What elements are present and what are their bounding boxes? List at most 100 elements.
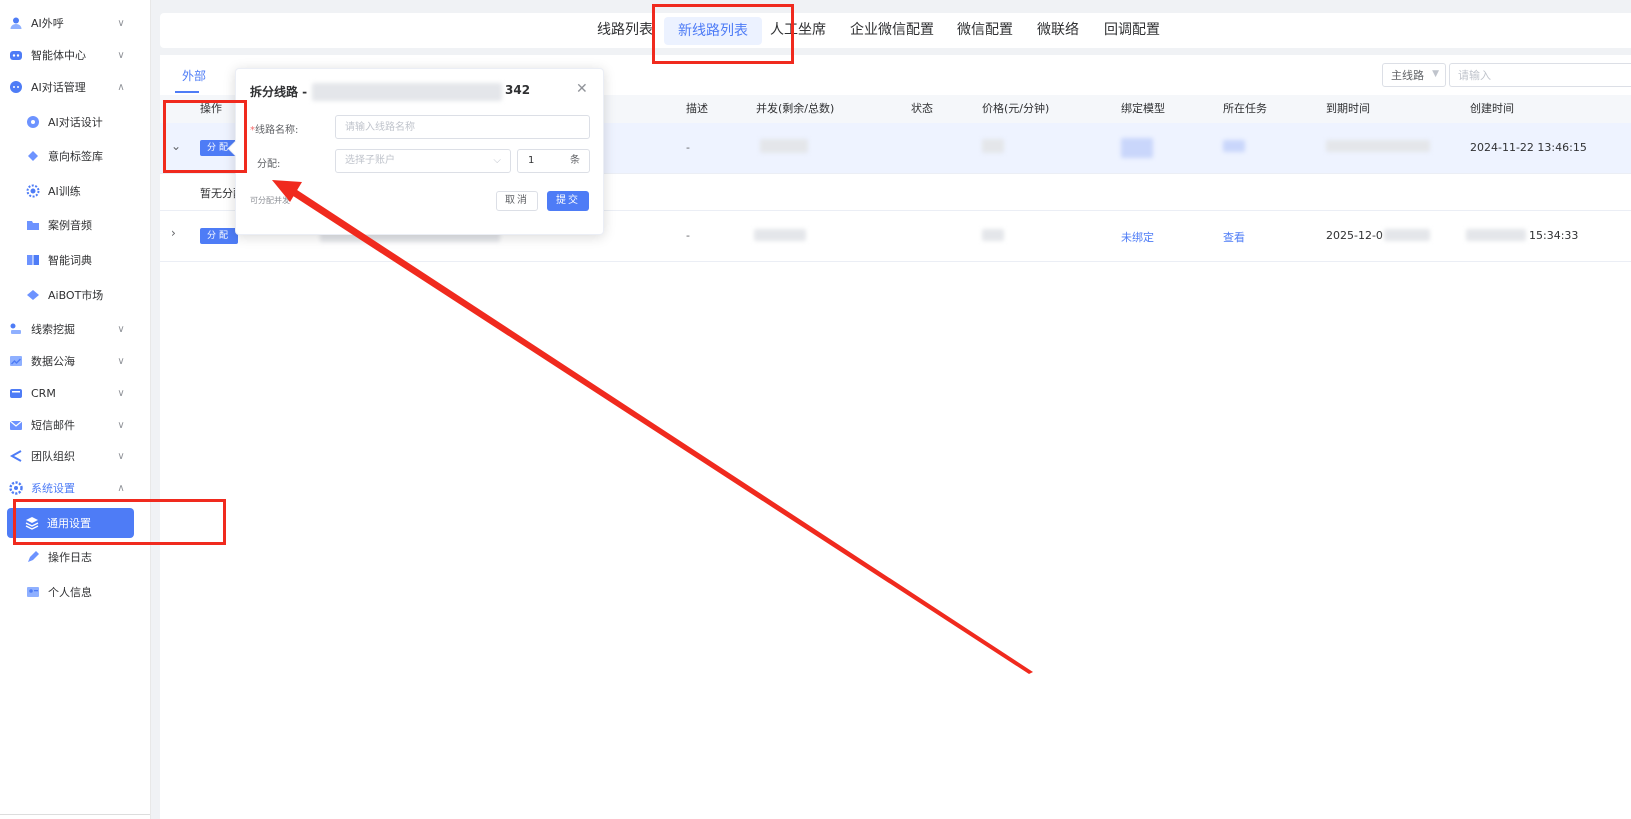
chevron-right-icon[interactable]: › [171, 226, 176, 240]
th-concurrency: 并发(剩余/总数) [756, 102, 835, 115]
sidebar-divider [0, 814, 150, 819]
profile-icon [26, 585, 40, 599]
folder-icon [26, 218, 40, 232]
nav-system-settings[interactable]: 系统设置 ∧ [0, 473, 150, 503]
nav-ai-outbound[interactable]: AI外呼 ∨ [0, 8, 150, 38]
nav-ai-dialog-design[interactable]: AI对话设计 [0, 107, 150, 137]
assign-label: 分配: [257, 159, 281, 170]
layers-icon [25, 516, 39, 530]
caret-down-icon: ▼ [1432, 69, 1439, 79]
nav-clue-mining[interactable]: 线索挖掘 ∨ [0, 314, 150, 344]
blurred-price [982, 139, 1004, 153]
nav-personal-info[interactable]: 个人信息 [0, 577, 150, 607]
chevron-down-icon[interactable]: ⌄ [171, 139, 181, 153]
popover-title: 拆分线路 - [250, 85, 308, 99]
split-line-popover: 拆分线路 - 342 ✕ *线路名称: 分配: 选择子账户 ⌵ 1 条 可分配并… [227, 68, 604, 235]
chart-icon [9, 354, 23, 368]
nav-operation-log[interactable]: 操作日志 [0, 542, 150, 572]
chevron-down-icon: ∨ [117, 450, 125, 462]
tab-wechat-config[interactable]: 微信配置 [957, 13, 1013, 48]
row-description: - [686, 141, 690, 154]
blurred-price [982, 229, 1004, 241]
nav-ai-dialog-manage[interactable]: AI对话管理 ∧ [0, 72, 150, 102]
tab-external[interactable]: 外部 [182, 67, 206, 84]
chevron-down-icon: ∨ [117, 17, 125, 29]
chevron-up-icon: ∧ [117, 81, 125, 93]
chevron-down-icon: ⌵ [493, 155, 501, 166]
line-type-value: 主线路 [1391, 69, 1424, 82]
submit-button[interactable]: 提交 [547, 191, 589, 211]
tab-line-list[interactable]: 线路列表 [597, 13, 653, 48]
blurred-create-date [1466, 229, 1526, 241]
mail-icon [9, 418, 23, 432]
line-type-select[interactable]: 主线路 ▼ [1382, 63, 1446, 87]
concurrency-hint: 可分配并发 [250, 196, 290, 205]
tab-micro-contact[interactable]: 微联络 [1037, 13, 1079, 48]
unbound-model-link[interactable]: 未绑定 [1121, 229, 1154, 245]
line-count-input[interactable]: 1 条 [517, 149, 590, 173]
tag-icon [26, 149, 40, 163]
nav-aibot-market[interactable]: AiBOT市场 [0, 280, 150, 310]
close-icon[interactable]: ✕ [576, 81, 588, 97]
crm-icon [9, 386, 23, 400]
blurred-line-id [312, 83, 502, 101]
view-task-link[interactable]: 查看 [1223, 229, 1245, 245]
blurred-bind-model [1121, 138, 1153, 158]
th-description: 描述 [686, 102, 708, 115]
share-icon [9, 449, 23, 463]
chevron-down-icon: ∨ [117, 49, 125, 61]
clue-icon [9, 322, 23, 336]
th-bind-model: 绑定模型 [1121, 102, 1165, 115]
pen-icon [26, 550, 40, 564]
nav-team-org[interactable]: 团队组织 ∨ [0, 441, 150, 471]
line-name-label: *线路名称: [250, 125, 299, 136]
tab-wecom-config[interactable]: 企业微信配置 [850, 13, 934, 48]
chevron-down-icon: ∨ [117, 387, 125, 399]
assign-button[interactable]: 分配 [200, 228, 238, 244]
nav-smart-dictionary[interactable]: 智能词典 [0, 245, 150, 275]
cancel-button[interactable]: 取消 [496, 191, 538, 211]
book-icon [26, 253, 40, 267]
tab-new-line-list[interactable]: 新线路列表 [664, 17, 762, 45]
diamond-icon [26, 288, 40, 302]
tab-callback-config[interactable]: 回调配置 [1104, 13, 1160, 48]
top-tab-bar: 线路列表 新线路列表 人工坐席 企业微信配置 微信配置 微联络 回调配置 [160, 13, 1631, 48]
sub-account-placeholder: 选择子账户 [345, 155, 395, 166]
th-price: 价格(元/分钟) [982, 102, 1050, 115]
nav-case-audio[interactable]: 案例音频 [0, 210, 150, 240]
sidebar: AI外呼 ∨ 智能体中心 ∨ AI对话管理 ∧ AI对话设计 意向标签库 AI训… [0, 0, 151, 819]
nav-agent-center[interactable]: 智能体中心 ∨ [0, 40, 150, 70]
chat-icon [9, 80, 23, 94]
sub-account-select[interactable]: 选择子账户 ⌵ [335, 149, 511, 173]
chevron-down-icon: ∨ [117, 323, 125, 335]
nav-general-settings[interactable]: 通用设置 [7, 508, 134, 538]
settings-icon [9, 481, 23, 495]
chat-design-icon [26, 115, 40, 129]
blurred-expire-time [1326, 140, 1430, 152]
th-task: 所在任务 [1223, 102, 1267, 115]
line-name-input[interactable] [335, 115, 590, 139]
nav-sms-mail[interactable]: 短信邮件 ∨ [0, 410, 150, 440]
th-operation: 操作 [200, 102, 222, 115]
row-create-time: 2024-11-22 13:46:15 [1470, 141, 1587, 154]
blurred-expire-time [1384, 229, 1430, 241]
gear-chip-icon [26, 184, 40, 198]
chevron-down-icon: ∨ [117, 419, 125, 431]
nav-crm[interactable]: CRM ∨ [0, 378, 150, 408]
nav-data-sea[interactable]: 数据公海 ∨ [0, 346, 150, 376]
chevron-up-icon: ∧ [117, 482, 125, 494]
th-create-time: 创建时间 [1470, 102, 1514, 115]
blurred-concurrency [754, 229, 806, 241]
nav-ai-training[interactable]: AI训练 [0, 176, 150, 206]
tab-active-indicator [175, 91, 199, 93]
th-expire-time: 到期时间 [1326, 102, 1370, 115]
line-count-value: 1 [528, 155, 535, 166]
line-count-unit: 条 [570, 155, 580, 166]
nav-intent-tags[interactable]: 意向标签库 [0, 141, 150, 171]
row-create-time: 15:34:33 [1529, 229, 1579, 242]
robot-icon [9, 48, 23, 62]
popover-title-suffix: 342 [505, 83, 531, 97]
search-input[interactable] [1449, 63, 1631, 87]
th-status: 状态 [911, 102, 933, 115]
tab-manual-seat[interactable]: 人工坐席 [770, 13, 826, 48]
